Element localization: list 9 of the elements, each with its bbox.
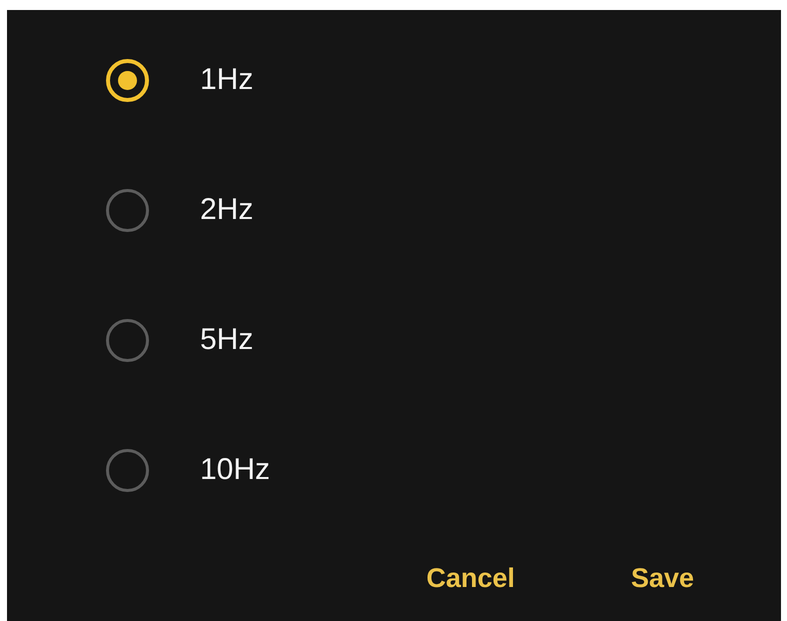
radio-button[interactable] (106, 448, 149, 492)
radio-option[interactable]: 1Hz (7, 15, 781, 145)
radio-button[interactable] (106, 188, 149, 232)
save-button[interactable]: Save (618, 554, 706, 602)
radio-button[interactable] (106, 318, 149, 362)
radio-option[interactable]: 10Hz (7, 405, 781, 535)
radio-option[interactable]: 2Hz (7, 145, 781, 275)
radio-option[interactable]: 5Hz (7, 275, 781, 405)
cancel-button[interactable]: Cancel (414, 554, 527, 602)
